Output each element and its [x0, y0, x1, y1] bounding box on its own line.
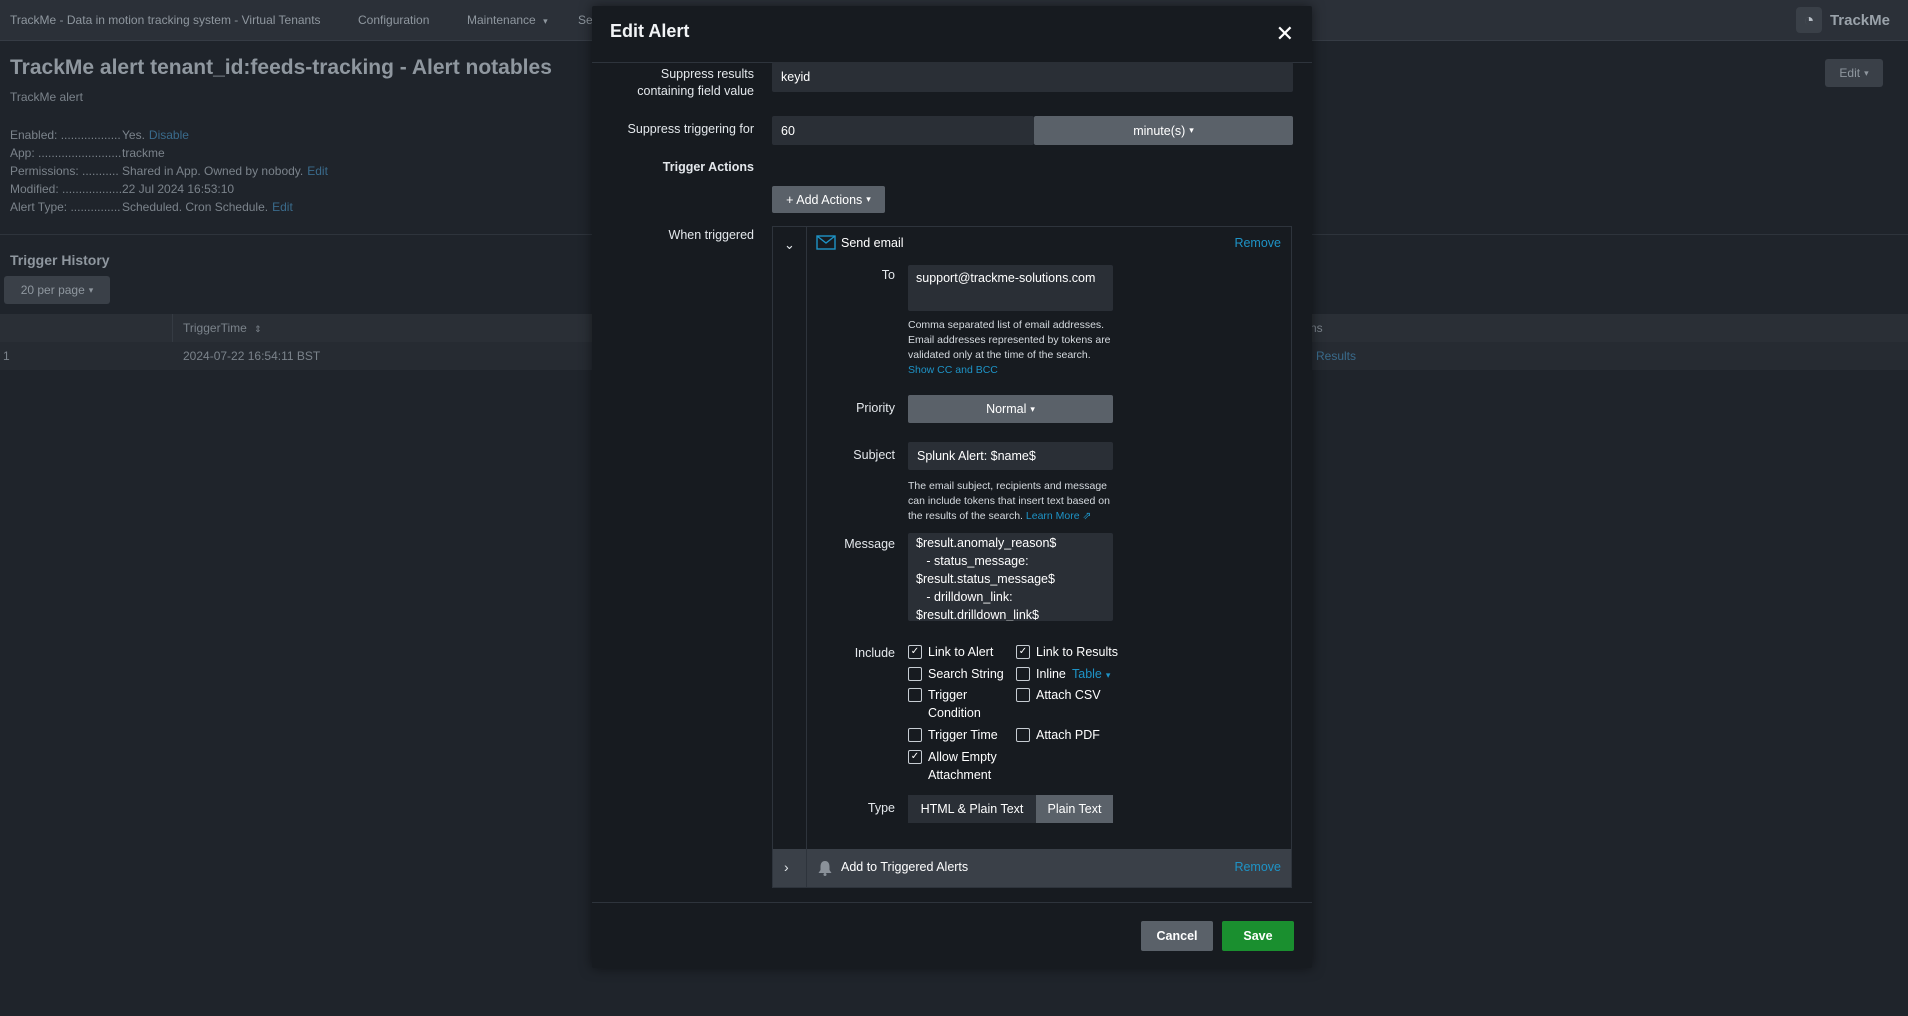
- meta-row-alert-type: Alert Type: ............... Scheduled. Cr…: [10, 198, 293, 216]
- save-button[interactable]: Save: [1222, 921, 1294, 951]
- inline-format-dropdown[interactable]: Table ▾: [1072, 665, 1110, 684]
- type-plain-text-option[interactable]: Plain Text: [1036, 795, 1113, 823]
- page-title: TrackMe alert tenant_id:feeds-tracking -…: [10, 56, 552, 79]
- column-separator: [172, 314, 173, 342]
- page-subtitle: TrackMe alert: [10, 90, 83, 104]
- checkbox-inline[interactable]: Inline: [1016, 665, 1066, 683]
- per-page-dropdown[interactable]: 20 per page ▾: [4, 276, 110, 304]
- external-link-icon: ⇗: [1082, 510, 1092, 522]
- remove-email-action[interactable]: Remove: [1234, 236, 1281, 250]
- checkbox-trigger-condition[interactable]: Trigger Condition: [908, 686, 1008, 722]
- to-help-text: Comma separated list of email addresses.…: [908, 319, 1111, 376]
- suppress-field-input[interactable]: keyid: [772, 62, 1293, 92]
- edit-dropdown-button[interactable]: Edit ▾: [1825, 59, 1883, 87]
- nav-item-maintenance[interactable]: Maintenance ▾: [467, 13, 548, 27]
- checkbox-link-to-results[interactable]: ✓ Link to Results: [1016, 643, 1118, 661]
- email-type-toggle: HTML & Plain Text Plain Text: [908, 795, 1113, 823]
- subject-label: Subject: [853, 448, 895, 462]
- meta-row-app: App: ......................... trackme: [10, 146, 165, 160]
- checkbox-attach-csv[interactable]: Attach CSV: [1016, 686, 1101, 704]
- triggered-alerts-action[interactable]: › Add to Triggered Alerts Remove: [773, 849, 1291, 887]
- alert-metadata: Enabled: .................. Yes. Disable A…: [10, 126, 328, 216]
- message-textarea[interactable]: $result.anomaly_reason$ - status_message…: [908, 533, 1113, 621]
- modal-header: Edit Alert ✕: [592, 6, 1312, 63]
- add-actions-button[interactable]: + Add Actions ▾: [772, 186, 885, 213]
- type-label: Type: [867, 801, 895, 815]
- email-action-gutter: ⌄: [773, 227, 807, 849]
- remove-triggered-alerts-action[interactable]: Remove: [1234, 860, 1281, 874]
- suppress-unit-dropdown[interactable]: minute(s) ▾: [1034, 116, 1293, 145]
- to-input[interactable]: support@trackme-solutions.com: [908, 265, 1113, 311]
- nav-item-app[interactable]: TrackMe - Data in motion tracking system…: [10, 13, 321, 27]
- priority-dropdown[interactable]: Normal ▾: [908, 395, 1113, 423]
- checkbox-allow-empty-attachment[interactable]: ✓ Allow Empty Attachment: [908, 748, 1008, 784]
- checked-icon: ✓: [908, 750, 922, 764]
- checked-icon: ✓: [908, 645, 922, 659]
- nav-item-configuration[interactable]: Configuration: [358, 13, 429, 27]
- modal-title: Edit Alert: [610, 21, 690, 41]
- meta-row-permissions: Permissions: ........... Shared in App. O…: [10, 162, 328, 180]
- include-label: Include: [854, 646, 895, 660]
- brand: ◔ TrackMe: [1795, 6, 1890, 34]
- priority-label: Priority: [856, 401, 895, 415]
- checkbox-link-to-alert[interactable]: ✓ Link to Alert: [908, 643, 993, 661]
- triggered-alerts-title: Add to Triggered Alerts: [841, 860, 969, 874]
- trackme-logo-icon: ◔: [1795, 7, 1822, 33]
- brand-name: TrackMe: [1829, 11, 1890, 29]
- learn-more-link[interactable]: Learn More ⇗: [1026, 510, 1091, 522]
- alert-type-edit-link[interactable]: Edit: [272, 198, 293, 216]
- trigger-history-title: Trigger History: [10, 252, 110, 268]
- to-label: To: [881, 268, 895, 282]
- bell-icon: [818, 861, 832, 876]
- subject-input[interactable]: Splunk Alert: $name$: [908, 442, 1113, 470]
- message-label: Message: [844, 537, 895, 551]
- show-cc-bcc-link[interactable]: Show CC and BCC: [908, 364, 998, 376]
- checked-icon: ✓: [1016, 645, 1030, 659]
- triggered-actions-panel: ⌄ Send email Remove To support@trackme-s…: [772, 226, 1292, 888]
- send-email-title: Send email: [841, 236, 904, 250]
- row-trigger-time: 2024-07-22 16:54:11 BST: [183, 349, 321, 363]
- modal-footer-divider: [592, 902, 1312, 903]
- column-trigger-time[interactable]: TriggerTime ⇕: [183, 321, 262, 335]
- cancel-button[interactable]: Cancel: [1141, 921, 1213, 951]
- row-results-link[interactable]: Results: [1316, 349, 1356, 363]
- chevron-right-icon[interactable]: ›: [784, 859, 789, 875]
- meta-row-enabled: Enabled: .................. Yes. Disable: [10, 126, 189, 144]
- type-html-plain-option[interactable]: HTML & Plain Text: [908, 795, 1036, 823]
- checkbox-trigger-time[interactable]: Trigger Time: [908, 726, 998, 744]
- nav-item-partial[interactable]: Se: [578, 13, 593, 27]
- disable-link[interactable]: Disable: [149, 126, 189, 144]
- row-index: 1: [3, 349, 10, 363]
- envelope-icon: [816, 235, 836, 250]
- suppress-for-label: Suppress triggering for: [627, 122, 754, 136]
- suppress-duration-input[interactable]: 60: [772, 116, 1034, 145]
- chevron-down-icon[interactable]: ⌄: [784, 237, 795, 253]
- permissions-edit-link[interactable]: Edit: [307, 162, 328, 180]
- close-icon[interactable]: ✕: [1276, 23, 1294, 45]
- checkbox-attach-pdf[interactable]: Attach PDF: [1016, 726, 1100, 744]
- subject-help-text: The email subject, recipients and messag…: [908, 480, 1110, 522]
- trigger-actions-label: Trigger Actions: [662, 160, 754, 174]
- meta-row-modified: Modified: .................. 22 Jul 2024 …: [10, 182, 235, 196]
- when-triggered-label: When triggered: [668, 228, 754, 242]
- edit-alert-modal: Edit Alert ✕ Suppress results containing…: [592, 6, 1312, 968]
- checkbox-search-string[interactable]: Search String: [908, 665, 1004, 683]
- suppress-field-label: Suppress results containing field value: [637, 67, 754, 98]
